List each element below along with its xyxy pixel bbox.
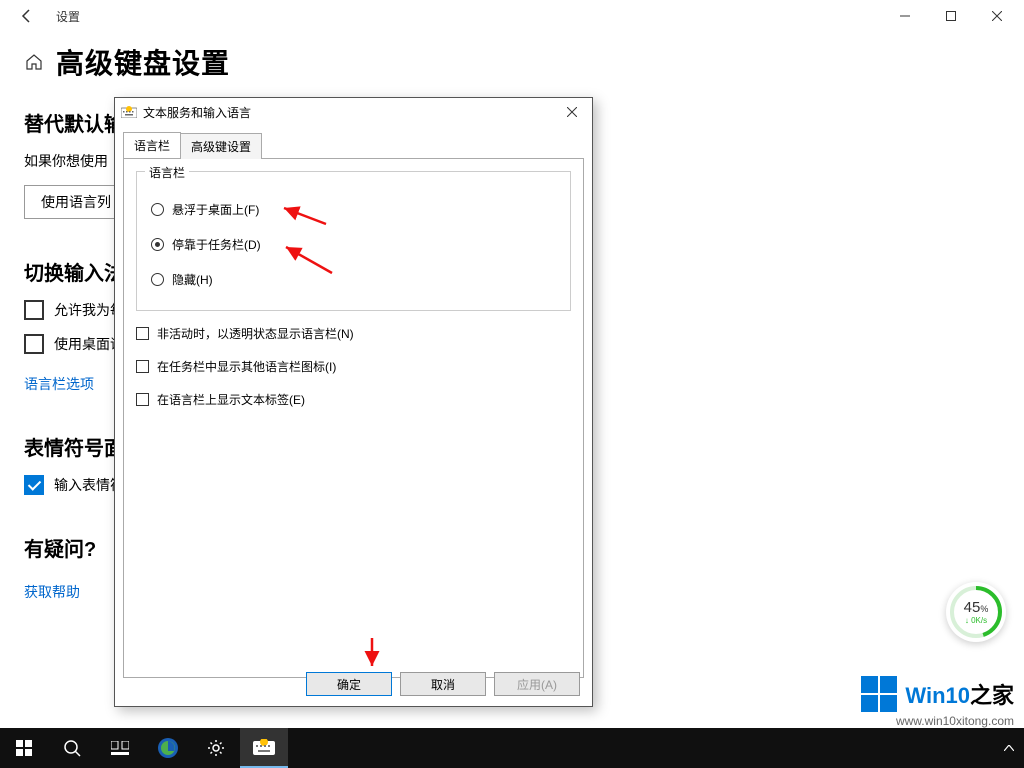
tab-pane: 语言栏 悬浮于桌面上(F) 停靠于任务栏(D) 隐藏(H) 非活动时，以透明状态… (123, 158, 584, 678)
chk-extra-icons-label: 在任务栏中显示其他语言栏图标(I) (157, 358, 336, 375)
settings-taskbar-icon[interactable] (192, 728, 240, 768)
speed-widget[interactable]: 45% ↓ 0K/s (946, 582, 1006, 642)
tray-overflow-button[interactable] (994, 728, 1024, 768)
page-title: 高级键盘设置 (56, 42, 230, 82)
ime-taskbar-icon[interactable] (240, 728, 288, 768)
radio-dock-label: 停靠于任务栏(D) (172, 236, 261, 253)
windows-logo-icon (861, 676, 897, 712)
window-title: 设置 (50, 8, 80, 25)
maximize-button[interactable] (928, 0, 974, 32)
keyboard-icon (121, 106, 137, 118)
chk-text-labels-label: 在语言栏上显示文本标签(E) (157, 391, 305, 408)
settings-titlebar: 设置 (0, 0, 1024, 32)
chk-transparent-inactive[interactable]: 非活动时，以透明状态显示语言栏(N) (136, 325, 571, 342)
radio-hidden-label: 隐藏(H) (172, 271, 213, 288)
taskbar (0, 728, 1024, 768)
group-legend: 语言栏 (145, 164, 189, 181)
tab-language-bar[interactable]: 语言栏 (123, 132, 181, 158)
watermark-brand: Win10之家 (905, 678, 1014, 710)
edge-taskbar-icon[interactable] (144, 728, 192, 768)
tab-advanced-keys[interactable]: 高级键设置 (180, 133, 262, 159)
radio-dock-taskbar[interactable]: 停靠于任务栏(D) (151, 236, 556, 253)
task-view-button[interactable] (96, 728, 144, 768)
watermark: Win10之家 www.win10xitong.com (861, 676, 1014, 728)
radio-hidden[interactable]: 隐藏(H) (151, 271, 556, 288)
dialog-close-button[interactable] (558, 102, 586, 122)
search-button[interactable] (48, 728, 96, 768)
chk-extra-taskbar-icons[interactable]: 在任务栏中显示其他语言栏图标(I) (136, 358, 571, 375)
chk-text-labels[interactable]: 在语言栏上显示文本标签(E) (136, 391, 571, 408)
close-button[interactable] (974, 0, 1020, 32)
apply-button[interactable]: 应用(A) (494, 672, 580, 696)
home-icon[interactable] (24, 52, 44, 72)
radio-float-desktop[interactable]: 悬浮于桌面上(F) (151, 201, 556, 218)
dialog-titlebar[interactable]: 文本服务和输入语言 (115, 98, 592, 126)
text-services-dialog: 文本服务和输入语言 语言栏 高级键设置 语言栏 悬浮于桌面上(F) 停靠于任务栏… (114, 97, 593, 707)
start-button[interactable] (0, 728, 48, 768)
ok-button[interactable]: 确定 (306, 672, 392, 696)
language-bar-group: 语言栏 悬浮于桌面上(F) 停靠于任务栏(D) 隐藏(H) (136, 171, 571, 311)
back-button[interactable] (4, 0, 50, 32)
chk-transparent-label: 非活动时，以透明状态显示语言栏(N) (157, 325, 354, 342)
language-bar-options-link[interactable]: 语言栏选项 (24, 374, 94, 394)
radio-float-label: 悬浮于桌面上(F) (172, 201, 259, 218)
cancel-button[interactable]: 取消 (400, 672, 486, 696)
use-language-list-button[interactable]: 使用语言列 (24, 185, 128, 219)
get-help-link[interactable]: 获取帮助 (24, 582, 80, 602)
minimize-button[interactable] (882, 0, 928, 32)
watermark-url: www.win10xitong.com (861, 714, 1014, 728)
dialog-title: 文本服务和输入语言 (143, 104, 251, 121)
